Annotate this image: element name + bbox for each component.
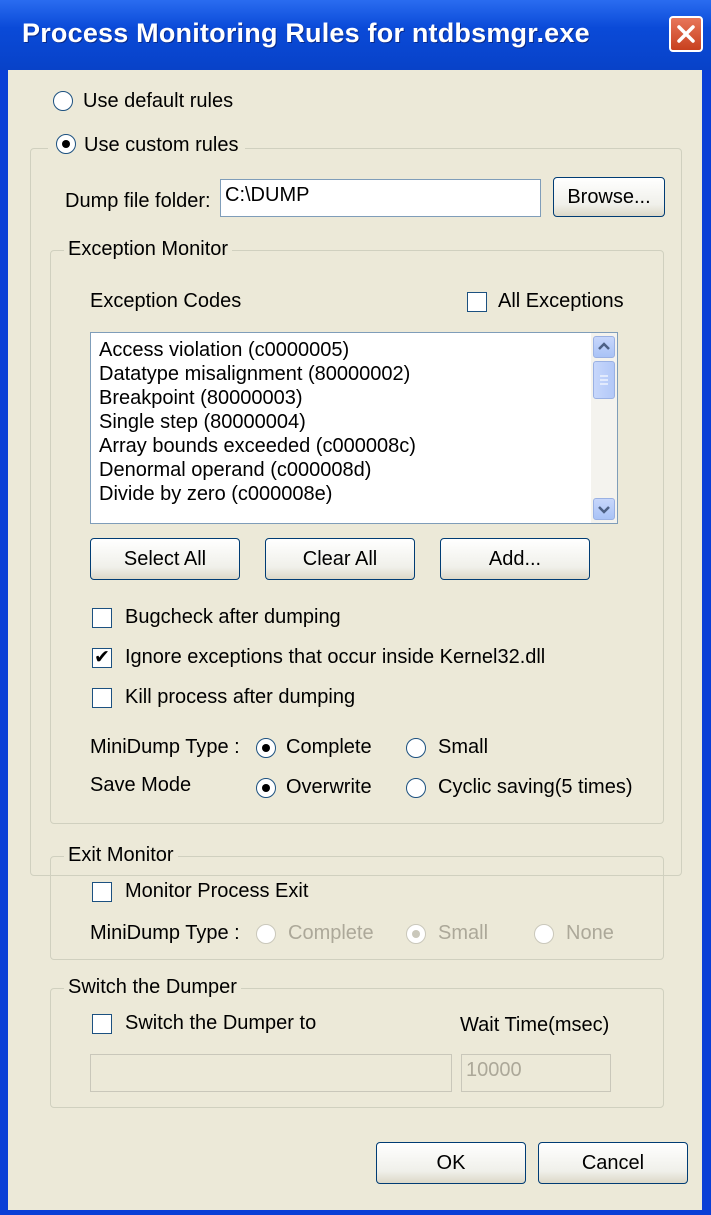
close-icon: [677, 25, 695, 43]
monitor-exit-checkbox[interactable]: [92, 882, 112, 902]
switch-dumper-path-input[interactable]: [90, 1054, 452, 1092]
monitor-exit-label: Monitor Process Exit: [125, 880, 309, 902]
list-item[interactable]: Breakpoint (80000003): [99, 387, 302, 410]
browse-button[interactable]: Browse...: [553, 177, 665, 217]
scroll-down-button[interactable]: [593, 498, 615, 520]
save-cyclic-label: Cyclic saving(5 times): [438, 776, 633, 798]
list-item[interactable]: Array bounds exceeded (c000008c): [99, 435, 416, 458]
exception-codes-list[interactable]: Access violation (c0000005) Datatype mis…: [90, 332, 618, 524]
chevron-up-icon: [598, 342, 610, 350]
list-scrollbar[interactable]: [591, 333, 617, 523]
kill-process-label: Kill process after dumping: [125, 686, 356, 708]
exit-monitor-title: Exit Monitor: [64, 844, 178, 867]
switch-dumper-checkbox[interactable]: [92, 1014, 112, 1034]
list-item[interactable]: Datatype misalignment (80000002): [99, 363, 410, 386]
ok-button[interactable]: OK: [376, 1142, 526, 1184]
minidump-complete-radio[interactable]: [256, 738, 276, 758]
close-button[interactable]: [669, 16, 703, 52]
scroll-up-button[interactable]: [593, 336, 615, 358]
save-overwrite-label: Overwrite: [286, 776, 372, 798]
switch-dumper-label: Switch the Dumper to: [125, 1012, 317, 1034]
save-cyclic-radio[interactable]: [406, 778, 426, 798]
list-item[interactable]: Single step (80000004): [99, 411, 306, 434]
exit-small-label: Small: [438, 922, 489, 944]
exit-none-label: None: [566, 922, 614, 944]
minidump-small-radio[interactable]: [406, 738, 426, 758]
dialog-client-area: Use default rules Use custom rules Dump …: [8, 70, 702, 1210]
switch-dumper-title: Switch the Dumper: [64, 976, 241, 999]
wait-time-input[interactable]: 10000: [461, 1054, 611, 1092]
list-item[interactable]: Access violation (c0000005): [99, 339, 349, 362]
exception-monitor-title: Exception Monitor: [64, 238, 233, 261]
minidump-type-label: MiniDump Type :: [90, 736, 240, 758]
all-exceptions-checkbox[interactable]: [467, 292, 487, 312]
grip-icon: [600, 375, 608, 385]
custom-rules-radio[interactable]: [56, 134, 76, 154]
default-rules-label: Use default rules: [83, 90, 234, 112]
chevron-down-icon: [598, 506, 610, 514]
save-overwrite-radio[interactable]: [256, 778, 276, 798]
default-rules-radio[interactable]: [53, 91, 73, 111]
custom-rules-header: Use custom rules: [48, 134, 245, 157]
exit-complete-radio[interactable]: [256, 924, 276, 944]
clear-all-button[interactable]: Clear All: [265, 538, 415, 580]
window-title: Process Monitoring Rules for ntdbsmgr.ex…: [22, 18, 590, 48]
exit-none-radio[interactable]: [534, 924, 554, 944]
custom-rules-label: Use custom rules: [84, 134, 239, 156]
bugcheck-checkbox[interactable]: [92, 608, 112, 628]
ignore-kernel32-checkbox[interactable]: [92, 646, 112, 668]
save-mode-label: Save Mode: [90, 774, 192, 796]
dump-folder-label: Dump file folder:: [65, 190, 211, 212]
select-all-button[interactable]: Select All: [90, 538, 240, 580]
bugcheck-label: Bugcheck after dumping: [125, 606, 341, 628]
list-item[interactable]: Divide by zero (c000008e): [99, 483, 332, 506]
dump-folder-input[interactable]: C:\DUMP: [220, 179, 541, 217]
exit-small-radio[interactable]: [406, 924, 426, 944]
scroll-thumb[interactable]: [593, 361, 615, 399]
dialog-window: Process Monitoring Rules for ntdbsmgr.ex…: [0, 0, 711, 1215]
list-item[interactable]: Denormal operand (c000008d): [99, 459, 371, 482]
minidump-small-label: Small: [438, 736, 489, 758]
exit-complete-label: Complete: [288, 922, 374, 944]
exception-codes-label: Exception Codes: [90, 290, 242, 312]
ignore-kernel32-label: Ignore exceptions that occur inside Kern…: [125, 646, 546, 668]
wait-time-label: Wait Time(msec): [460, 1014, 610, 1036]
minidump-complete-label: Complete: [286, 736, 372, 758]
add-exception-button[interactable]: Add...: [440, 538, 590, 580]
cancel-button[interactable]: Cancel: [538, 1142, 688, 1184]
exit-minidump-label: MiniDump Type :: [90, 922, 240, 944]
all-exceptions-label: All Exceptions: [498, 290, 624, 312]
kill-process-checkbox[interactable]: [92, 688, 112, 708]
title-bar[interactable]: Process Monitoring Rules for ntdbsmgr.ex…: [0, 0, 711, 70]
